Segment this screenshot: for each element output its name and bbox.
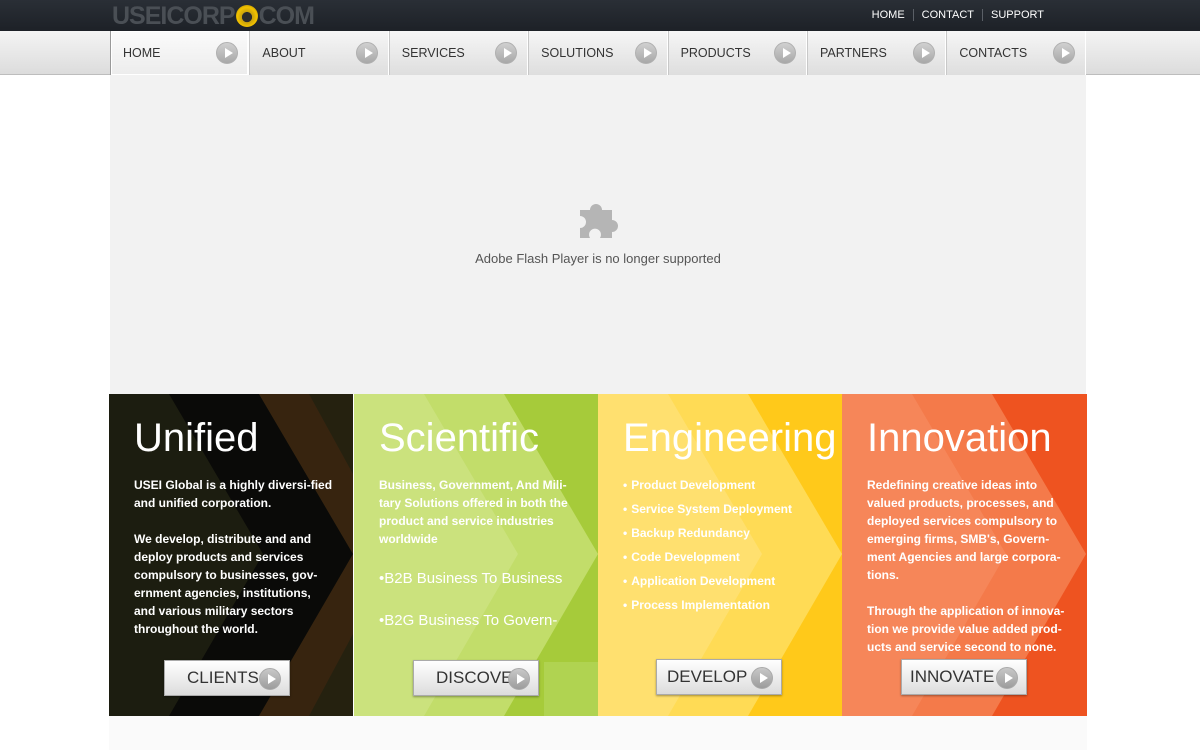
nav-item-services[interactable]: SERVICES: [388, 31, 529, 75]
panel-unified: Unified USEI Global is a highly diversi-…: [109, 394, 353, 716]
panel-title: Unified: [134, 416, 259, 460]
nav-label: HOME: [123, 46, 161, 60]
discover-button[interactable]: DISCOVER: [413, 660, 539, 696]
play-arrow-icon: [773, 42, 796, 64]
play-arrow-icon: [1052, 42, 1075, 64]
list-item: Code Development: [623, 548, 833, 566]
panel-body: USEI Global is a highly diversi-fied and…: [134, 476, 334, 656]
nav-label: PARTNERS: [819, 46, 887, 60]
panel-title: Innovation: [867, 416, 1052, 460]
play-arrow-icon: [913, 42, 936, 64]
puzzle-piece-icon: [580, 204, 618, 238]
list-item: Service System Deployment: [623, 500, 833, 518]
list-item: Application Development: [623, 572, 833, 590]
list-item: Product Development: [623, 476, 833, 494]
panel-paragraph: Redefining creative ideas into valued pr…: [867, 478, 1061, 582]
button-label: DEVELOP: [667, 667, 748, 686]
nav-item-contacts[interactable]: CONTACTS: [946, 31, 1086, 75]
top-link-divider: [982, 9, 984, 21]
play-arrow-icon: [634, 42, 657, 64]
play-arrow-icon: [495, 42, 518, 64]
feature-panels: Unified USEI Global is a highly diversi-…: [109, 394, 1087, 716]
play-arrow-icon: [751, 667, 773, 689]
nav-item-partners[interactable]: PARTNERS: [806, 31, 947, 75]
nav-label: PRODUCTS: [680, 46, 751, 60]
nav-label: SOLUTIONS: [541, 46, 614, 60]
nav-item-home[interactable]: HOME: [110, 31, 250, 75]
flash-unsupported-message: Adobe Flash Player is no longer supporte…: [475, 251, 721, 266]
panel-bullet-b2g: •B2G Business To Govern-: [379, 612, 558, 629]
top-bar: USEICORP COM HOME CONTACT SUPPORT: [0, 0, 1200, 31]
panel-engineering: Engineering Product Development Service …: [598, 394, 842, 716]
list-item: Process Implementation: [623, 596, 833, 614]
logo[interactable]: USEICORP COM: [112, 1, 315, 30]
engineering-list: Product Development Service System Deplo…: [623, 476, 833, 614]
button-label: INNOVATE: [910, 667, 995, 686]
panel-body: Business, Government, And Mili-tary Solu…: [379, 476, 579, 630]
panel-scientific: Scientific Business, Government, And Mil…: [354, 394, 598, 716]
top-link-divider: [912, 9, 914, 21]
logo-text-right: COM: [258, 1, 315, 30]
develop-button[interactable]: DEVELOP: [656, 659, 782, 695]
top-links: HOME CONTACT SUPPORT: [872, 9, 1044, 21]
nav-label: CONTACTS: [959, 46, 1028, 60]
panel-paragraph: Business, Government, And Mili-tary Solu…: [379, 478, 568, 546]
innovate-button[interactable]: INNOVATE: [901, 659, 1027, 695]
play-arrow-icon: [508, 668, 530, 690]
nav-item-solutions[interactable]: SOLUTIONS: [528, 31, 668, 75]
panel-paragraph: We develop, distribute and and deploy pr…: [134, 532, 318, 636]
logo-mark-icon: [235, 5, 258, 27]
top-link-contact[interactable]: CONTACT: [922, 9, 974, 21]
footer-strip: [109, 716, 1087, 750]
panel-paragraph: USEI Global is a highly diversi-fied and…: [134, 478, 333, 510]
play-arrow-icon: [216, 42, 239, 64]
nav-label: ABOUT: [262, 46, 306, 60]
play-arrow-icon: [996, 667, 1018, 689]
panel-title: Scientific: [379, 416, 540, 460]
top-link-home[interactable]: HOME: [872, 9, 905, 21]
panel-innovation: Innovation Redefining creative ideas int…: [842, 394, 1087, 716]
nav-item-products[interactable]: PRODUCTS: [667, 31, 807, 75]
panel-paragraph: Through the application of innova-tion w…: [867, 604, 1065, 654]
panel-title: Engineering: [623, 416, 837, 460]
flash-placeholder: Adobe Flash Player is no longer supporte…: [110, 75, 1086, 394]
top-link-support[interactable]: SUPPORT: [991, 9, 1044, 21]
play-arrow-icon: [355, 42, 378, 64]
list-item: Backup Redundancy: [623, 524, 833, 542]
button-label: CLIENTS: [187, 668, 259, 687]
nav-item-about[interactable]: ABOUT: [249, 31, 389, 75]
panel-bullet-b2b: •B2B Business To Business: [379, 570, 563, 587]
clients-button[interactable]: CLIENTS: [164, 660, 290, 696]
play-arrow-icon: [259, 668, 281, 690]
panel-body: Product Development Service System Deplo…: [623, 476, 833, 620]
nav-label: SERVICES: [401, 46, 465, 60]
panel-body: Redefining creative ideas into valued pr…: [867, 476, 1077, 674]
logo-text-left: USEICORP: [112, 1, 236, 30]
main-nav: HOME ABOUT SERVICES SOLUTIONS PRODUCTS P…: [110, 31, 1086, 75]
